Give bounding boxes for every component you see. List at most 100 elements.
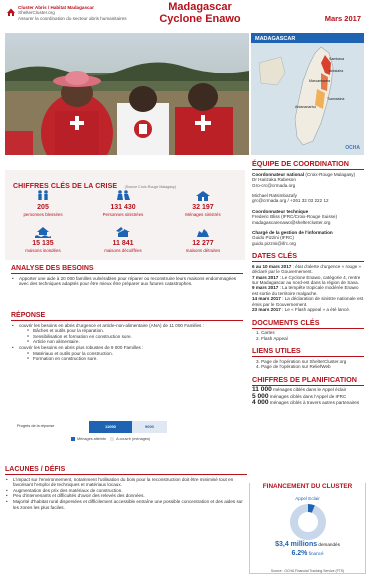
needs-bullet: Apporter une aide à 20 000 familles vuln… bbox=[11, 276, 243, 287]
section-divider bbox=[252, 169, 364, 170]
map-city-antalaha: Antalaha bbox=[329, 69, 344, 73]
key-figure-value: 205 bbox=[37, 204, 49, 211]
key-figure-affected-people: 131 430 Personnes sinistrées bbox=[93, 190, 153, 217]
key-figure-value: 32 197 bbox=[192, 204, 214, 211]
key-date-entry: 7 mars 2017 : Le Cyclone Enawo, catégori… bbox=[252, 275, 364, 286]
coordination-email-1[interactable]: Gro-crc@crmada.org bbox=[252, 183, 295, 188]
coordination-role-4: Chargé de la gestion de l'information bbox=[252, 229, 333, 235]
key-figure-value: 11 841 bbox=[112, 240, 134, 247]
progress-bar: 11000 9000 bbox=[89, 421, 167, 433]
planning-value: 4 000 bbox=[252, 399, 269, 406]
key-figure-label: maisons décoiffées bbox=[104, 248, 142, 253]
right-column: ÉQUIPE DE COORDINATION Coordonnateur nat… bbox=[252, 160, 364, 406]
key-date-entry: 6 au 10 mars 2017 : état d'alerte d'urge… bbox=[252, 264, 364, 275]
gaps-list: L'impact sur l'environnement, notamment … bbox=[5, 477, 247, 511]
section-divider bbox=[11, 273, 243, 274]
planning-text: ménages ciblés dans l'Appel de IFRC bbox=[269, 393, 347, 399]
key-dates-title: DATES CLÉS bbox=[252, 251, 297, 261]
response-sublist-1: Bâches et outils pour la réparation. Sen… bbox=[27, 328, 243, 345]
key-figure-destroyed-houses: 12 277 maisons détruites bbox=[173, 226, 233, 253]
funding-donut-unfunded bbox=[290, 504, 326, 540]
funding-amount-label: demandés bbox=[318, 542, 340, 547]
key-figure-value: 15 135 bbox=[32, 240, 54, 247]
ocha-credit: OCHA bbox=[345, 145, 360, 151]
funding-amount-row: $3,4 millions demandés bbox=[250, 541, 365, 548]
funding-donut-chart bbox=[290, 504, 326, 540]
affected-households-icon bbox=[196, 191, 210, 201]
coordination-role-1-org: (Croix-Rouge Malagasy) bbox=[305, 171, 356, 177]
needs-analysis-section: ANALYSE DES BESOINS Apporter une aide à … bbox=[11, 264, 243, 287]
useful-links-title: LIENS UTILES bbox=[252, 346, 301, 355]
coordination-email-3[interactable]: madagascarenawo@sheltercluster.org bbox=[252, 220, 330, 225]
key-date: 23 mars 2017 bbox=[252, 307, 281, 313]
useful-link-reliefweb[interactable]: 4. Page de l'opération sur ReliefWeb bbox=[252, 364, 364, 369]
key-date-entry: 9 mars 2017 : La tempête tropicale modér… bbox=[252, 285, 364, 296]
key-figure-label: Personnes sinistrées bbox=[102, 212, 144, 217]
key-figure-injured: 205 personnes blessées bbox=[13, 190, 73, 217]
section-divider bbox=[252, 261, 364, 262]
response-section: RÉPONSE couvrir les besoins en abris d'u… bbox=[11, 311, 243, 362]
location-map: MADAGASCAR Sambava Antalaha Maroantsetra… bbox=[251, 33, 364, 155]
key-date: 7 mars 2017 bbox=[252, 274, 279, 280]
coordination-title: ÉQUIPE DE COORDINATION bbox=[252, 159, 349, 168]
madagascar-map-illustration bbox=[251, 33, 364, 155]
planning-title: CHIFFRES DE PLANIFICATION bbox=[252, 374, 357, 384]
section-divider bbox=[252, 356, 364, 357]
flooded-house-icon bbox=[35, 227, 51, 238]
planning-row: 4 000 ménages ciblés à travers autres pa… bbox=[252, 399, 364, 406]
key-date-entry: 23 mars 2017 : Le « Flash appeal » a été… bbox=[252, 307, 364, 312]
key-date-text: : Le « Flash appeal » a été lancé. bbox=[282, 307, 351, 313]
response-progress: Progrès de la réponse 11000 9000 Ménages… bbox=[11, 421, 243, 445]
section-divider bbox=[252, 384, 364, 386]
coordination-role-1: Coordonnateur national bbox=[252, 171, 305, 177]
key-figures-title: CHIFFRES CLÉS DE LA CRISE bbox=[13, 183, 118, 190]
affected-people-icon bbox=[117, 190, 130, 200]
key-figure-label: maisons détruites bbox=[185, 248, 221, 253]
coordination-block-3: Coordonnateur technique Frederic Bliss (… bbox=[252, 209, 364, 225]
progress-legend: Ménages atteints A couvrir (ménages) bbox=[71, 437, 150, 441]
report-date: Mars 2017 bbox=[324, 14, 361, 23]
map-city-maroantsetra: Maroantsetra bbox=[309, 79, 331, 83]
gaps-section: LACUNES / DÉFIS L'impact sur l'environne… bbox=[5, 465, 247, 510]
planning-text: ménages ciblés dans le Appel éclair bbox=[273, 387, 347, 393]
page-title: Madagascar Cyclone Enawo bbox=[140, 1, 260, 25]
title-line-2: Cyclone Enawo bbox=[159, 12, 241, 25]
injured-icon bbox=[38, 190, 48, 200]
legend-reached: Ménages atteints bbox=[77, 437, 106, 441]
map-city-toamasina: Toamasina bbox=[327, 97, 345, 101]
title-line-1: Madagascar bbox=[168, 1, 232, 13]
map-city-antananarivo: Antananarivo bbox=[295, 105, 317, 109]
key-date: 6 au 10 mars 2017 bbox=[252, 263, 292, 269]
coordination-email-2[interactable]: grc@crmada.org / +261 32 03 222 12 bbox=[252, 198, 329, 203]
key-figure-value: 12 277 bbox=[192, 240, 214, 247]
destroyed-house-icon bbox=[197, 229, 209, 237]
key-figure-roof-damaged: 11 841 maisons décoiffées bbox=[93, 226, 153, 253]
progress-reached-value: 11000 bbox=[105, 424, 116, 429]
logo-line-3: Assurer la coordination du secteur abris… bbox=[18, 15, 127, 21]
funding-percent: 6.2% bbox=[291, 550, 308, 557]
response-sub-item: Formation en construction sure. bbox=[27, 356, 243, 362]
section-divider bbox=[5, 474, 247, 475]
progress-remaining-value: 9000 bbox=[145, 424, 154, 429]
coordination-email-4[interactable]: guido.pizzini@ifrc.org bbox=[252, 241, 296, 246]
gaps-title: LACUNES / DÉFIS bbox=[5, 466, 66, 473]
key-date: 14 mars 2017 bbox=[252, 296, 281, 302]
needs-list: Apporter une aide à 20 000 familles vuln… bbox=[11, 276, 243, 287]
legend-swatch-remaining bbox=[110, 437, 115, 441]
legend-swatch-reached bbox=[71, 437, 75, 441]
key-documents-title: DOCUMENTS CLÉS bbox=[252, 317, 320, 327]
roof-damaged-icon bbox=[116, 227, 130, 237]
progress-label: Progrès de la réponse bbox=[17, 424, 55, 428]
document-link-flash-appeal[interactable]: 2. Flash Appeal bbox=[252, 336, 364, 341]
funding-percent-label: financé bbox=[308, 551, 324, 556]
coordination-name-4: Guido Pizzini (IFRC) bbox=[252, 235, 294, 241]
key-figure-label: Ménages sinistrés bbox=[185, 212, 221, 217]
coordination-block-4: Chargé de la gestion de l'information Gu… bbox=[252, 230, 364, 246]
key-date: 9 mars 2017 bbox=[252, 285, 279, 291]
coordination-name-2: Michael Ratsimbazafy bbox=[252, 192, 297, 198]
key-figure-value: 131 430 bbox=[110, 204, 136, 211]
key-figure-label: personnes blessées bbox=[23, 212, 63, 217]
coordination-name-3: Frederic Bliss (IFRC/Croix-Rouge Suisse) bbox=[252, 214, 338, 220]
funding-title: FINANCEMENT DU CLUSTER bbox=[250, 483, 365, 490]
legend-remaining: A couvrir (ménages) bbox=[116, 437, 151, 441]
